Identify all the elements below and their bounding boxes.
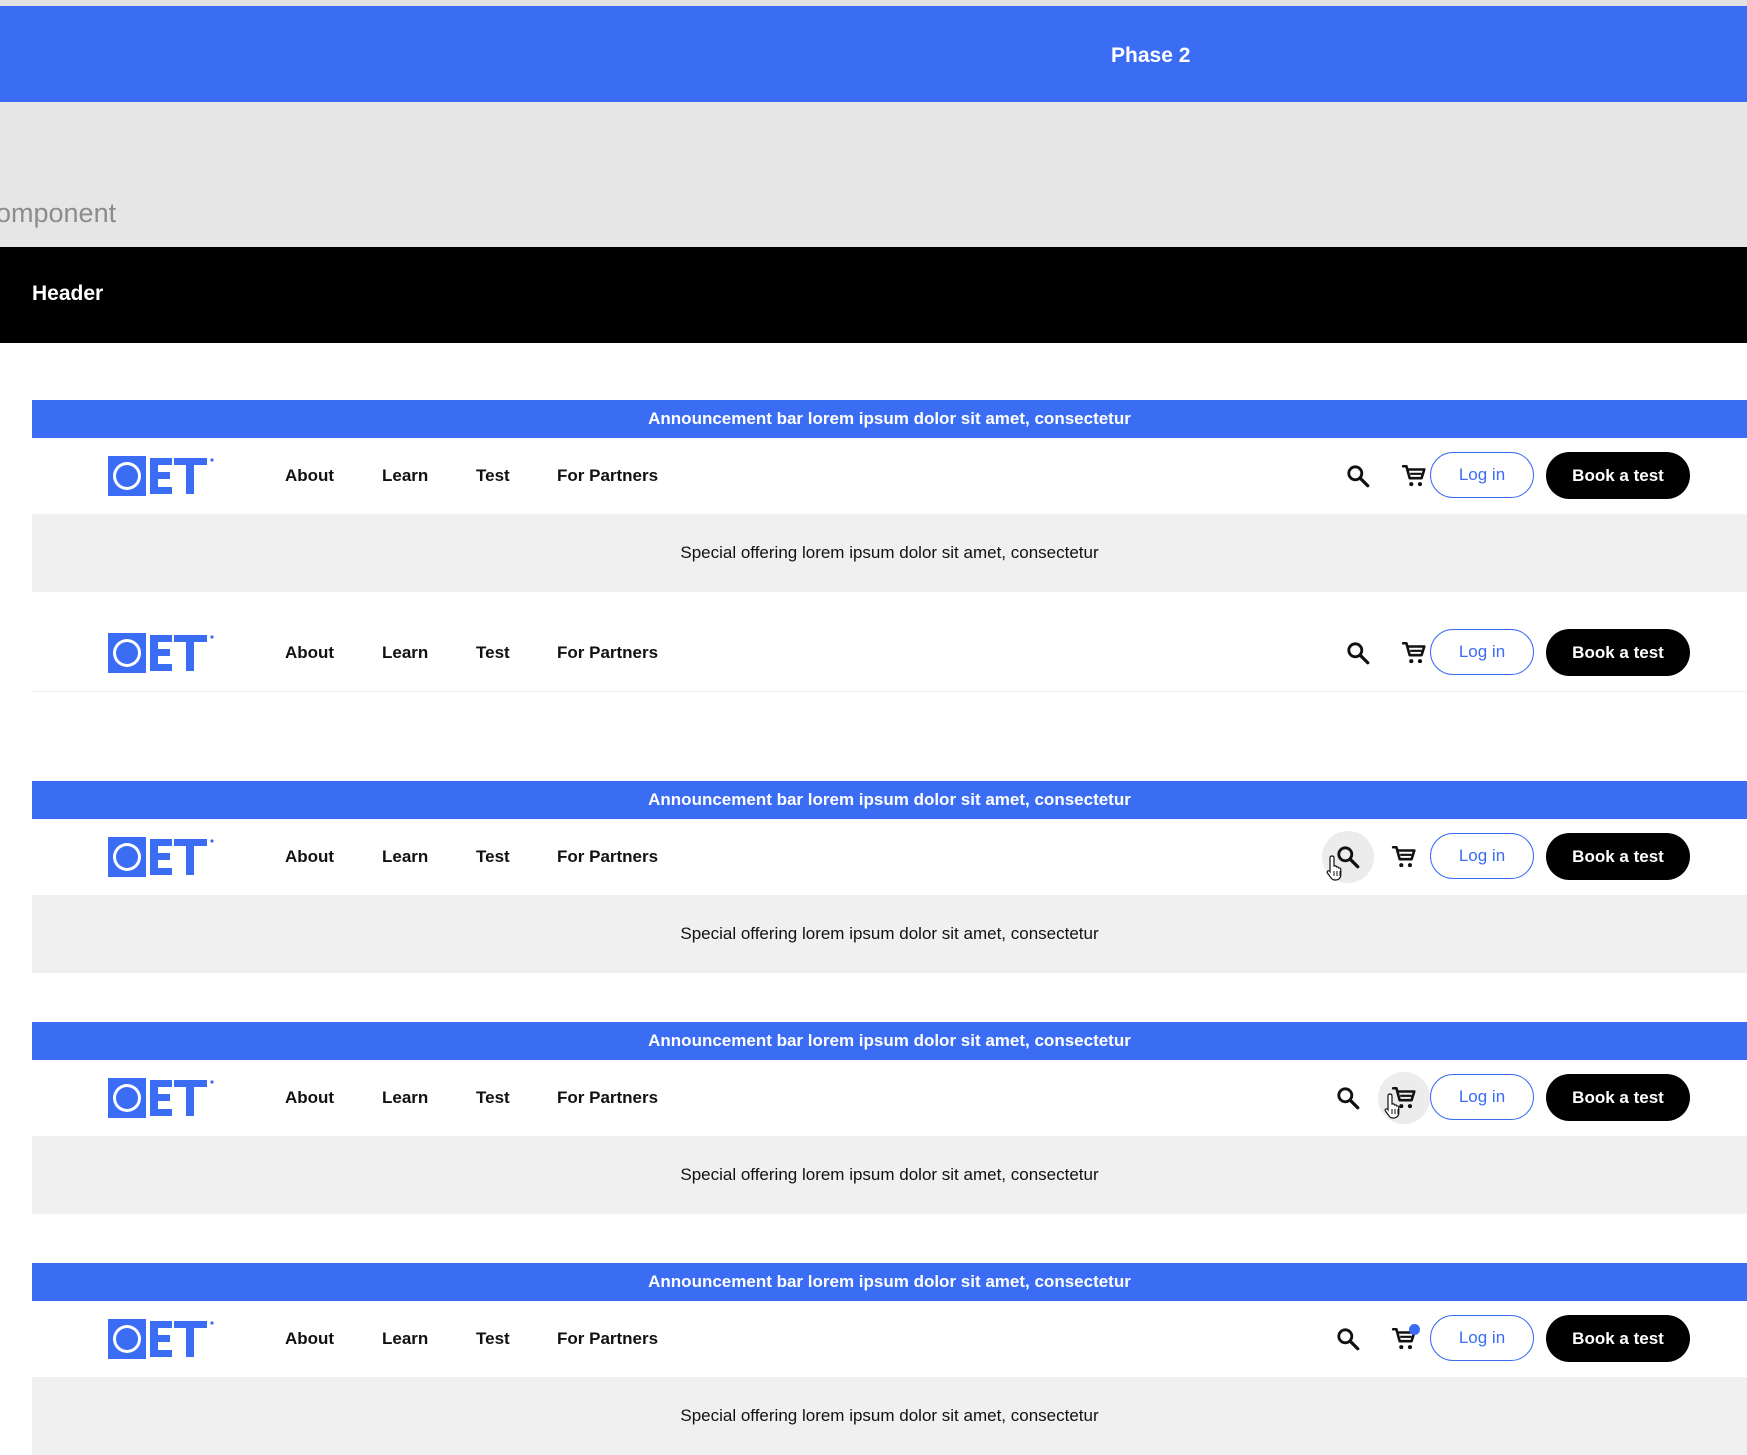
nav-item-for-partners[interactable]: For Partners <box>557 1301 658 1377</box>
nav-item-test[interactable]: Test <box>476 615 510 691</box>
cart-icon <box>1391 845 1416 868</box>
announcement-bar[interactable]: Announcement bar lorem ipsum dolor sit a… <box>32 1022 1747 1060</box>
nav-item-about[interactable]: About <box>285 819 334 895</box>
search-button[interactable] <box>1332 627 1384 679</box>
special-offering-bar[interactable]: Special offering lorem ipsum dolor sit a… <box>32 895 1747 973</box>
announcement-bar[interactable]: Announcement bar lorem ipsum dolor sit a… <box>32 400 1747 438</box>
oet-logo[interactable] <box>108 456 216 496</box>
cart-button[interactable] <box>1378 831 1430 883</box>
oet-logo[interactable] <box>108 837 216 877</box>
nav-item-about[interactable]: About <box>285 1301 334 1377</box>
login-button[interactable]: Log in <box>1430 629 1534 675</box>
search-icon <box>1337 1087 1360 1110</box>
nav-bar: About Learn Test For Partners Log in Book a t… <box>32 1301 1747 1377</box>
nav-item-learn[interactable]: Learn <box>382 1060 428 1136</box>
cart-badge <box>1409 1324 1420 1335</box>
special-offering-bar[interactable]: Special offering lorem ipsum dolor sit a… <box>32 1377 1747 1455</box>
cart-icon <box>1401 641 1426 664</box>
book-test-button[interactable]: Book a test <box>1546 452 1690 499</box>
search-button[interactable] <box>1332 450 1384 502</box>
section-label: omponent <box>0 198 117 228</box>
header-section-bar: Header <box>0 247 1747 343</box>
login-button[interactable]: Log in <box>1430 1074 1534 1120</box>
header-variant-cart-hover: Announcement bar lorem ipsum dolor sit a… <box>32 1022 1747 1214</box>
book-test-button[interactable]: Book a test <box>1546 1315 1690 1362</box>
search-icon <box>1347 465 1370 488</box>
nav-item-learn[interactable]: Learn <box>382 615 428 691</box>
header-section-title: Header <box>32 282 104 305</box>
book-test-button[interactable]: Book a test <box>1546 833 1690 880</box>
nav-bar: About Learn Test For Partners Log in Book a t… <box>32 438 1747 514</box>
section-band: omponent <box>0 102 1747 247</box>
nav-item-learn[interactable]: Learn <box>382 438 428 514</box>
search-icon <box>1337 1328 1360 1351</box>
special-offering-bar[interactable]: Special offering lorem ipsum dolor sit a… <box>32 514 1747 592</box>
announcement-bar[interactable]: Announcement bar lorem ipsum dolor sit a… <box>32 781 1747 819</box>
cart-button[interactable] <box>1378 1313 1430 1365</box>
nav-item-for-partners[interactable]: For Partners <box>557 819 658 895</box>
nav-bar: About Learn Test For Partners Log in Book a t… <box>32 1060 1747 1136</box>
oet-logo[interactable] <box>108 633 216 673</box>
search-button[interactable] <box>1322 1313 1374 1365</box>
nav-item-learn[interactable]: Learn <box>382 819 428 895</box>
hand-cursor-icon <box>1382 1092 1406 1120</box>
phase-bar: Phase 2 <box>0 6 1747 102</box>
announcement-bar[interactable]: Announcement bar lorem ipsum dolor sit a… <box>32 1263 1747 1301</box>
special-offering-bar[interactable]: Special offering lorem ipsum dolor sit a… <box>32 1136 1747 1214</box>
nav-item-for-partners[interactable]: For Partners <box>557 615 658 691</box>
cart-icon <box>1401 464 1426 487</box>
oet-logo[interactable] <box>108 1078 216 1118</box>
nav-item-for-partners[interactable]: For Partners <box>557 438 658 514</box>
login-button[interactable]: Log in <box>1430 452 1534 498</box>
hand-cursor-icon <box>1324 854 1348 882</box>
header-variant-search-hover: Announcement bar lorem ipsum dolor sit a… <box>32 781 1747 973</box>
book-test-button[interactable]: Book a test <box>1546 629 1690 676</box>
nav-item-learn[interactable]: Learn <box>382 1301 428 1377</box>
search-button[interactable] <box>1322 1072 1374 1124</box>
book-test-button[interactable]: Book a test <box>1546 1074 1690 1121</box>
search-icon <box>1347 642 1370 665</box>
nav-item-test[interactable]: Test <box>476 1301 510 1377</box>
nav-bar: About Learn Test For Partners Log in Book a t… <box>32 819 1747 895</box>
nav-item-for-partners[interactable]: For Partners <box>557 1060 658 1136</box>
nav-item-about[interactable]: About <box>285 1060 334 1136</box>
nav-item-test[interactable]: Test <box>476 1060 510 1136</box>
login-button[interactable]: Log in <box>1430 833 1534 879</box>
nav-item-test[interactable]: Test <box>476 819 510 895</box>
nav-item-about[interactable]: About <box>285 615 334 691</box>
nav-item-test[interactable]: Test <box>476 438 510 514</box>
header-variant-default: Announcement bar lorem ipsum dolor sit a… <box>32 400 1747 592</box>
oet-logo[interactable] <box>108 1319 216 1359</box>
nav-bar: About Learn Test For Partners Log in Book a t… <box>32 615 1747 692</box>
header-variant-cart-badge: Announcement bar lorem ipsum dolor sit a… <box>32 1263 1747 1455</box>
header-variant-minimal: About Learn Test For Partners Log in Book a t… <box>32 615 1747 692</box>
nav-item-about[interactable]: About <box>285 438 334 514</box>
phase-title: Phase 2 <box>1111 44 1191 67</box>
login-button[interactable]: Log in <box>1430 1315 1534 1361</box>
